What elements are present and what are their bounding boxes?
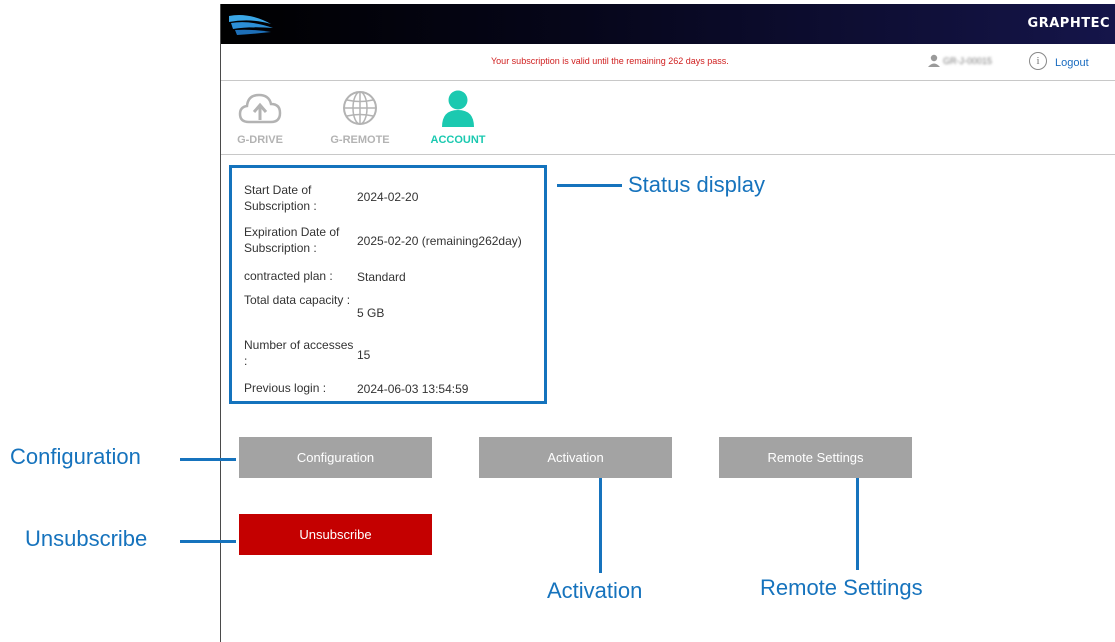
status-key: Previous login :	[244, 381, 327, 395]
status-key: contracted plan :	[244, 269, 333, 283]
status-value: Standard	[357, 270, 406, 284]
subscription-message: Your subscription is valid until the rem…	[491, 56, 729, 66]
cloud-upload-icon	[238, 93, 282, 124]
nav-label: G-REMOTE	[330, 134, 390, 146]
user-account-icon	[928, 54, 940, 67]
top-bar: GRAPHTEC	[221, 4, 1115, 44]
unsubscribe-leader-line	[180, 540, 236, 543]
status-value: 2025-02-20 (remaining262day)	[357, 234, 522, 248]
nav-label: G-DRIVE	[237, 134, 283, 146]
status-display-leader-line	[557, 184, 622, 187]
unsubscribe-callout: Unsubscribe	[25, 526, 148, 551]
status-key: Expiration Date of Subscription :	[244, 225, 340, 255]
remote-settings-callout: Remote Settings	[760, 575, 923, 600]
status-key: Number of accesses :	[244, 338, 354, 368]
configuration-button[interactable]: Configuration	[239, 437, 432, 478]
nav-g-remote[interactable]: G-REMOTE	[325, 89, 395, 146]
status-value: 5 GB	[357, 306, 385, 320]
subscription-bar: Your subscription is valid until the rem…	[221, 44, 1115, 81]
logout-link[interactable]: Logout	[1055, 57, 1089, 69]
activation-callout: Activation	[547, 578, 643, 603]
remote-settings-leader-line	[856, 478, 859, 570]
activation-leader-line	[599, 478, 602, 573]
app-window: GRAPHTEC Your subscription is valid unti…	[220, 4, 1115, 642]
remote-settings-button[interactable]: Remote Settings	[719, 437, 912, 478]
nav-account[interactable]: ACCOUNT	[423, 89, 493, 146]
configuration-leader-line	[180, 458, 236, 461]
main-nav: G-DRIVE G-REMOTE ACCOUNT	[221, 81, 1115, 155]
globe-icon	[343, 91, 377, 125]
status-value: 2024-02-20	[357, 190, 419, 204]
status-value: 2024-06-03 13:54:59	[357, 382, 469, 396]
nav-label: ACCOUNT	[430, 134, 486, 146]
user-name: GR-J-00015	[943, 56, 993, 66]
user-icon	[442, 90, 474, 127]
status-display: Start Date of Subscription : 2024-02-20 …	[229, 165, 547, 404]
unsubscribe-button[interactable]: Unsubscribe	[239, 514, 432, 555]
status-display-callout: Status display	[628, 172, 765, 197]
brand-name: GRAPHTEC	[1027, 16, 1110, 31]
info-icon[interactable]: i	[1029, 52, 1047, 70]
nav-g-drive[interactable]: G-DRIVE	[225, 89, 295, 146]
status-value: 15	[357, 348, 371, 362]
graphtec-logo-icon	[229, 15, 273, 35]
configuration-callout: Configuration	[10, 444, 141, 469]
status-key: Total data capacity :	[244, 293, 351, 307]
status-key: Start Date of Subscription :	[244, 183, 317, 213]
activation-button[interactable]: Activation	[479, 437, 672, 478]
